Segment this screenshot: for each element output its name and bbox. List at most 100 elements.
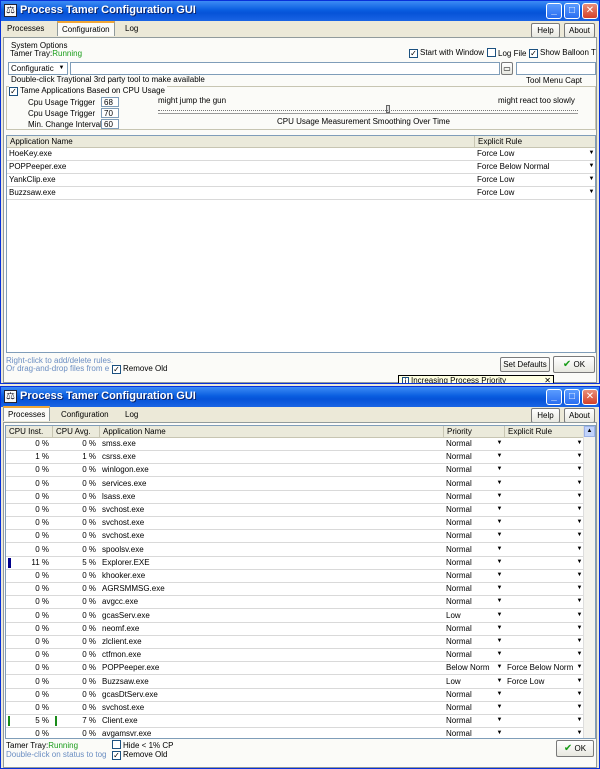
close-icon[interactable]: ✕ xyxy=(544,376,551,383)
explicit-rule-dropdown[interactable]: ▼ xyxy=(505,464,585,476)
title-bar[interactable]: ⚖ Process Tamer Configuration GUI _ □ ✕ xyxy=(1,387,599,407)
rule-explicit-dropdown[interactable]: Force Below Normal ▼ xyxy=(475,161,595,173)
ok-button[interactable]: ✔ OK xyxy=(553,356,595,373)
priority-dropdown[interactable]: Normal ▼ xyxy=(444,596,505,608)
priority-dropdown[interactable]: Normal ▼ xyxy=(444,557,505,569)
explicit-rule-dropdown[interactable]: ▼ xyxy=(505,689,585,701)
priority-dropdown[interactable]: Normal ▼ xyxy=(444,570,505,582)
tamer-tray-status[interactable]: Tamer Tray:Running xyxy=(10,49,82,58)
explicit-rule-dropdown[interactable]: ▼ xyxy=(505,583,585,595)
explicit-rule-dropdown[interactable]: ▼ xyxy=(505,504,585,516)
priority-dropdown[interactable]: Normal ▼ xyxy=(444,715,505,727)
rule-row[interactable]: YankClip.exe Force Low ▼ xyxy=(7,174,595,187)
priority-dropdown[interactable]: Normal ▼ xyxy=(444,451,505,463)
tab-configuration[interactable]: Configuration xyxy=(57,408,113,423)
explicit-rule-dropdown[interactable]: ▼ xyxy=(505,451,585,463)
process-row[interactable]: 0 % 0 % svchost.exe Normal ▼ ▼ xyxy=(6,530,585,544)
explicit-rule-dropdown[interactable]: ▼ xyxy=(505,478,585,490)
col-explicit-rule[interactable]: Explicit Rule xyxy=(475,136,595,148)
balloon-notification[interactable]: i Increasing Process Priority ✕ xyxy=(398,375,554,383)
explicit-rule-dropdown[interactable]: ▼ xyxy=(505,557,585,569)
col-application-name[interactable]: Application Name xyxy=(7,136,475,148)
remove-old-checkbox[interactable]: ✓ Remove Old xyxy=(112,750,167,760)
process-row[interactable]: 0 % 0 % khooker.exe Normal ▼ ▼ xyxy=(6,570,585,583)
explicit-rule-dropdown[interactable]: ▼ xyxy=(505,636,585,648)
explicit-rule-dropdown[interactable]: ▼ xyxy=(505,570,585,582)
explicit-rule-dropdown[interactable]: ▼ xyxy=(505,623,585,635)
explicit-rule-dropdown[interactable]: ▼ xyxy=(505,544,585,556)
process-row[interactable]: 0 % 0 % AGRSMMSG.exe Normal ▼ ▼ xyxy=(6,583,585,597)
tab-log[interactable]: Log xyxy=(121,22,142,37)
col-cpu-avg[interactable]: CPU Avg. xyxy=(53,426,100,438)
priority-dropdown[interactable]: Normal ▼ xyxy=(444,544,505,556)
process-row[interactable]: 0 % 0 % spoolsv.exe Normal ▼ ▼ xyxy=(6,544,585,557)
process-row[interactable]: 5 % 7 % Client.exe Normal ▼ ▼ xyxy=(6,715,585,729)
priority-dropdown[interactable]: Low ▼ xyxy=(444,610,505,622)
title-bar[interactable]: ⚖ Process Tamer Configuration GUI _ □ ✕ xyxy=(1,1,599,21)
process-row[interactable]: 0 % 0 % svchost.exe Normal ▼ ▼ xyxy=(6,504,585,517)
tool-menu-caption-input[interactable] xyxy=(516,62,596,75)
process-row[interactable]: 0 % 0 % avgcc.exe Normal ▼ ▼ xyxy=(6,596,585,610)
show-balloon-checkbox[interactable]: ✓ Show Balloon T xyxy=(529,48,596,58)
about-button[interactable]: About xyxy=(564,408,595,423)
priority-dropdown[interactable]: Below Norm ▼ xyxy=(444,662,505,674)
explicit-rule-dropdown[interactable]: ▼ xyxy=(505,438,585,450)
process-row[interactable]: 0 % 0 % svchost.exe Normal ▼ ▼ xyxy=(6,702,585,715)
minimize-button[interactable]: _ xyxy=(546,3,562,19)
maximize-button[interactable]: □ xyxy=(564,3,580,19)
priority-dropdown[interactable]: Normal ▼ xyxy=(444,623,505,635)
rule-row[interactable]: Buzzsaw.exe Force Low ▼ xyxy=(7,187,595,200)
priority-dropdown[interactable]: Normal ▼ xyxy=(444,504,505,516)
priority-dropdown[interactable]: Normal ▼ xyxy=(444,438,505,450)
config-dropdown[interactable]: Configuratic ▼ xyxy=(8,62,68,75)
process-row[interactable]: 0 % 0 % lsass.exe Normal ▼ ▼ xyxy=(6,491,585,504)
priority-dropdown[interactable]: Low ▼ xyxy=(444,676,505,688)
process-row[interactable]: 0 % 0 % zlclient.exe Normal ▼ ▼ xyxy=(6,636,585,649)
ok-button[interactable]: ✔ OK xyxy=(556,740,594,757)
rule-row[interactable]: POPPeeper.exe Force Below Normal ▼ xyxy=(7,161,595,174)
process-row[interactable]: 0 % 0 % svchost.exe Normal ▼ ▼ xyxy=(6,517,585,531)
priority-dropdown[interactable]: Normal ▼ xyxy=(444,517,505,529)
rule-explicit-dropdown[interactable]: Force Low ▼ xyxy=(475,187,595,199)
process-row[interactable]: 0 % 0 % gcasServ.exe Low ▼ ▼ xyxy=(6,610,585,623)
tab-processes[interactable]: Processes xyxy=(3,406,51,421)
explicit-rule-dropdown[interactable]: ▼ xyxy=(505,728,585,738)
col-cpu-inst[interactable]: CPU Inst. xyxy=(6,426,53,438)
log-file-checkbox[interactable]: Log File xyxy=(487,48,526,58)
col-priority[interactable]: Priority xyxy=(444,426,505,438)
folder-icon[interactable]: ▭ xyxy=(501,62,513,75)
hide-low-cpu-checkbox[interactable]: Hide < 1% CP xyxy=(112,740,173,750)
process-row[interactable]: 0 % 0 % avgamsvr.exe Normal ▼ ▼ xyxy=(6,728,585,738)
maximize-button[interactable]: □ xyxy=(564,389,580,405)
set-defaults-button[interactable]: Set Defaults xyxy=(500,357,550,372)
rule-explicit-dropdown[interactable]: Force Low ▼ xyxy=(475,148,595,160)
tab-configuration[interactable]: Configuration xyxy=(57,21,115,36)
explicit-rule-dropdown[interactable]: Force Low ▼ xyxy=(505,676,585,688)
close-button[interactable]: ✕ xyxy=(582,3,598,19)
priority-dropdown[interactable]: Normal ▼ xyxy=(444,478,505,490)
rule-explicit-dropdown[interactable]: Force Low ▼ xyxy=(475,174,595,186)
process-row[interactable]: 0 % 0 % services.exe Normal ▼ ▼ xyxy=(6,478,585,491)
priority-dropdown[interactable]: Normal ▼ xyxy=(444,649,505,661)
help-button[interactable]: Help xyxy=(531,408,560,423)
tamer-tray-status[interactable]: Tamer Tray:Running xyxy=(6,741,78,750)
priority-dropdown[interactable]: Normal ▼ xyxy=(444,702,505,714)
explicit-rule-dropdown[interactable]: ▼ xyxy=(505,649,585,661)
priority-dropdown[interactable]: Normal ▼ xyxy=(444,491,505,503)
vertical-scrollbar[interactable]: ▲ xyxy=(583,426,595,738)
cpu-trigger2-input[interactable]: 70 xyxy=(101,108,119,118)
rule-row[interactable]: HoeKey.exe Force Low ▼ xyxy=(7,148,595,161)
start-with-windows-checkbox[interactable]: ✓ Start with Window xyxy=(409,48,484,58)
explicit-rule-dropdown[interactable]: ▼ xyxy=(505,491,585,503)
priority-dropdown[interactable]: Normal ▼ xyxy=(444,583,505,595)
cpu-trigger1-input[interactable]: 68 xyxy=(101,97,119,107)
process-row[interactable]: 0 % 0 % smss.exe Normal ▼ ▼ xyxy=(6,438,585,451)
remove-old-checkbox[interactable]: ✓ Remove Old xyxy=(112,364,167,374)
priority-dropdown[interactable]: Normal ▼ xyxy=(444,636,505,648)
priority-dropdown[interactable]: Normal ▼ xyxy=(444,728,505,738)
process-row[interactable]: 1 % 1 % csrss.exe Normal ▼ ▼ xyxy=(6,451,585,465)
process-row[interactable]: 0 % 0 % ctfmon.exe Normal ▼ ▼ xyxy=(6,649,585,663)
process-row[interactable]: 0 % 0 % winlogon.exe Normal ▼ ▼ xyxy=(6,464,585,478)
tool-path-input[interactable] xyxy=(70,62,500,75)
help-button[interactable]: Help xyxy=(531,23,560,38)
